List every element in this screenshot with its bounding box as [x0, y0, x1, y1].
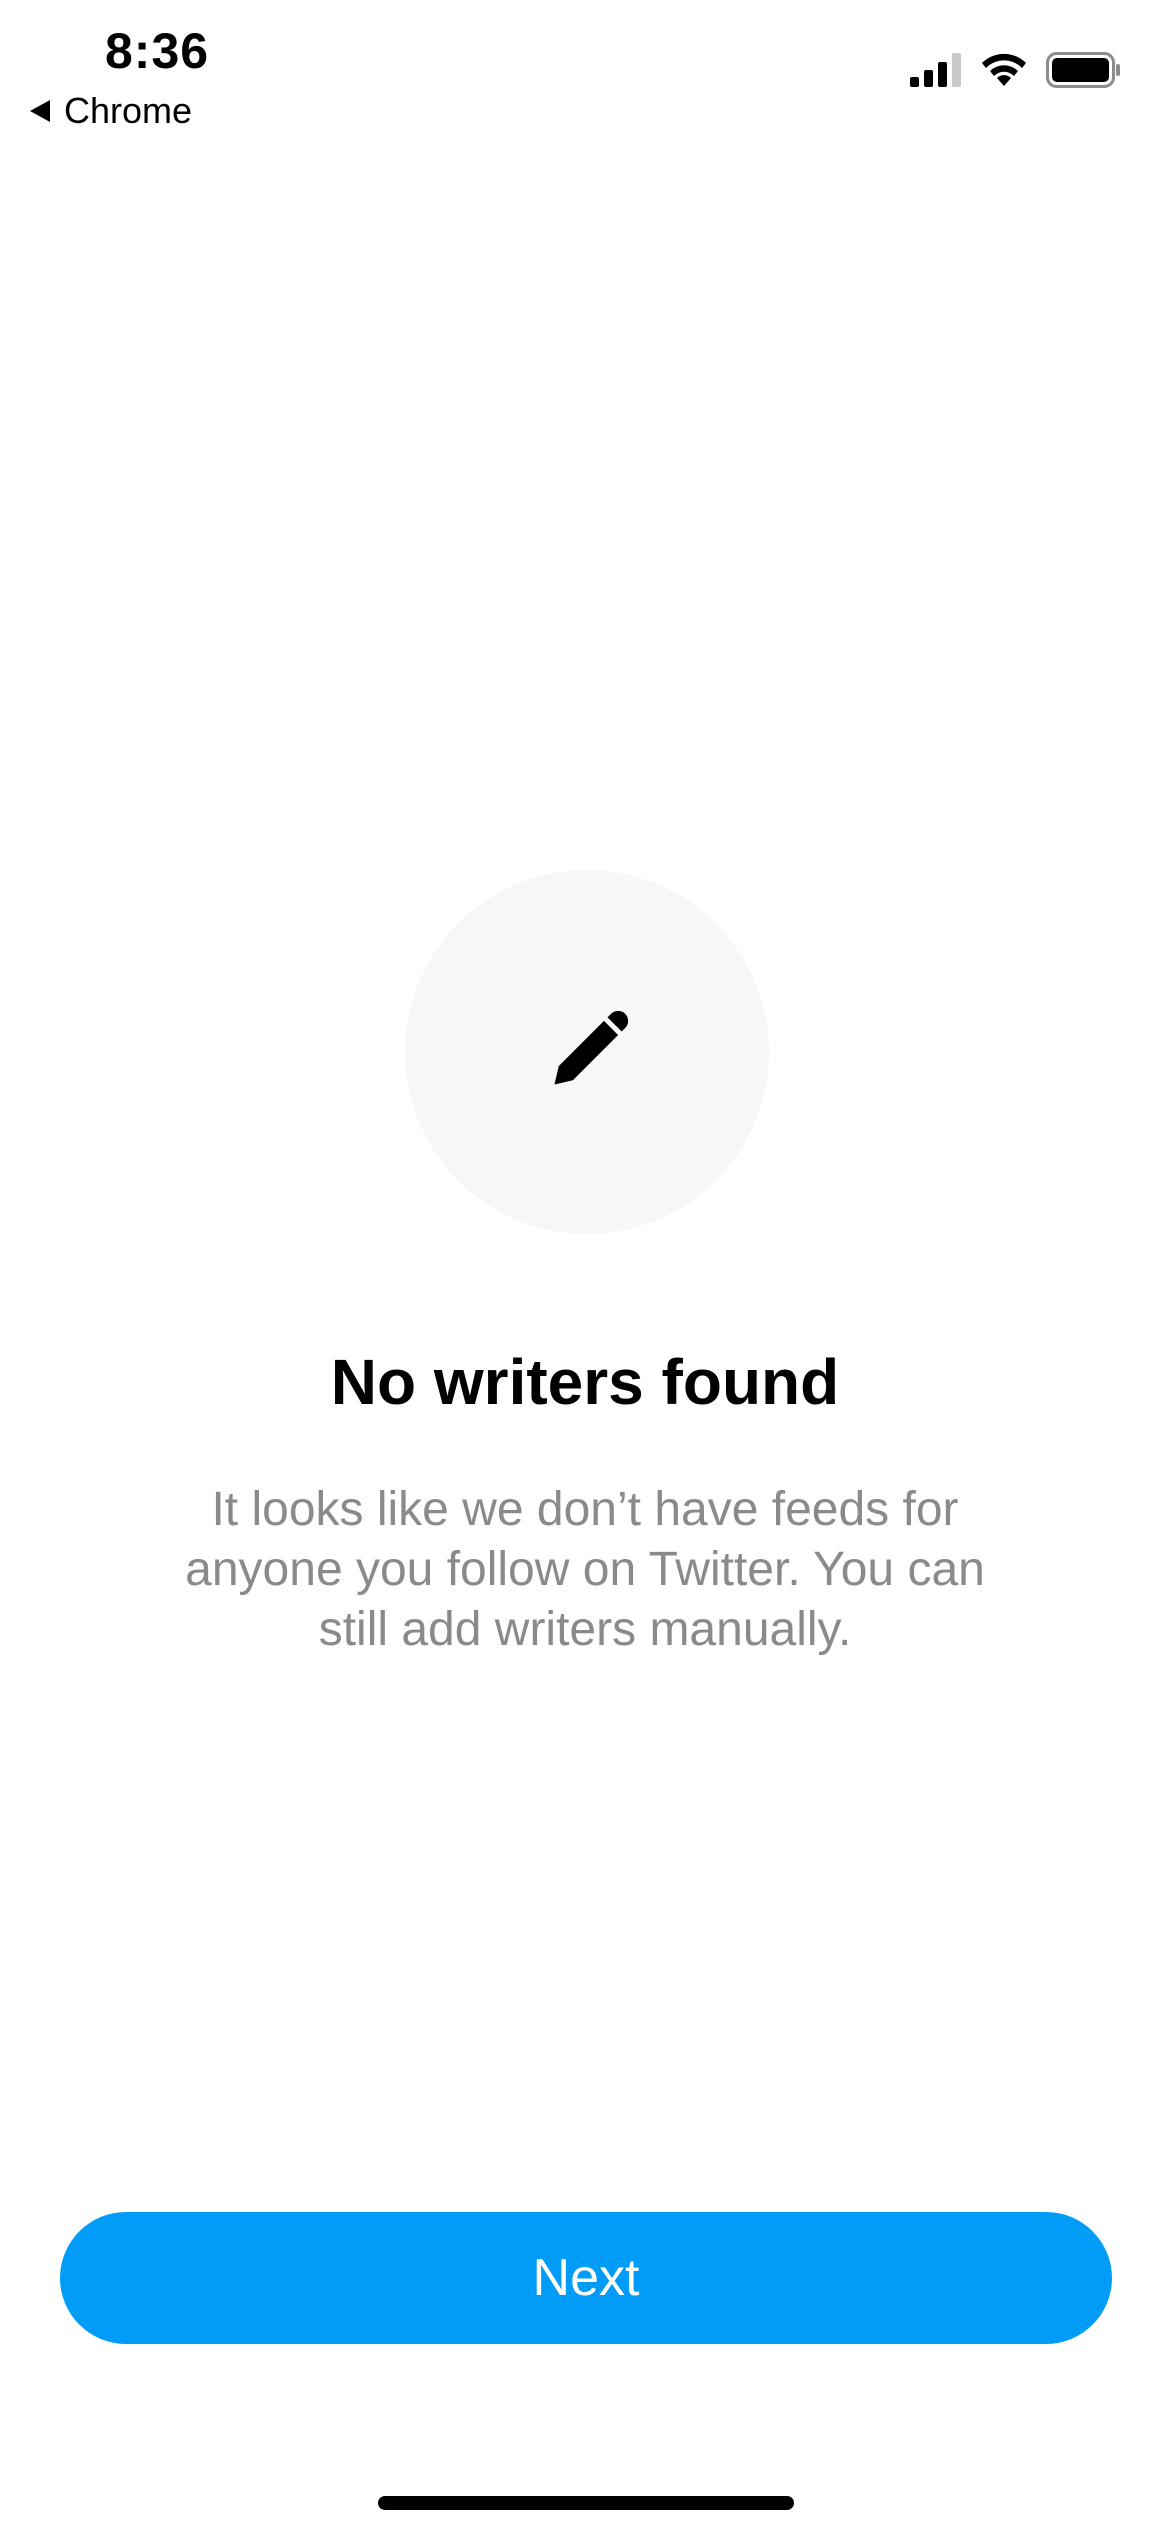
home-indicator[interactable] — [378, 2496, 794, 2510]
battery-icon — [1046, 52, 1120, 88]
empty-state-title: No writers found — [330, 1346, 840, 1418]
wifi-icon — [982, 53, 1026, 86]
signal-icon — [910, 53, 961, 87]
status-icons — [910, 52, 1122, 88]
status-time: 8:36 — [105, 23, 210, 79]
back-to-chrome-link[interactable]: Chrome — [30, 90, 192, 132]
next-button[interactable]: Next — [60, 2212, 1112, 2344]
empty-state-description: It looks like we don’t have feeds for an… — [185, 1483, 985, 1656]
pencil-icon — [554, 1010, 629, 1085]
back-arrow-icon — [30, 100, 50, 122]
back-label: Chrome — [64, 90, 193, 131]
empty-state-illustration — [405, 870, 769, 1234]
screen: 8:36 Chrome No writers found It looks li… — [0, 0, 1170, 2532]
